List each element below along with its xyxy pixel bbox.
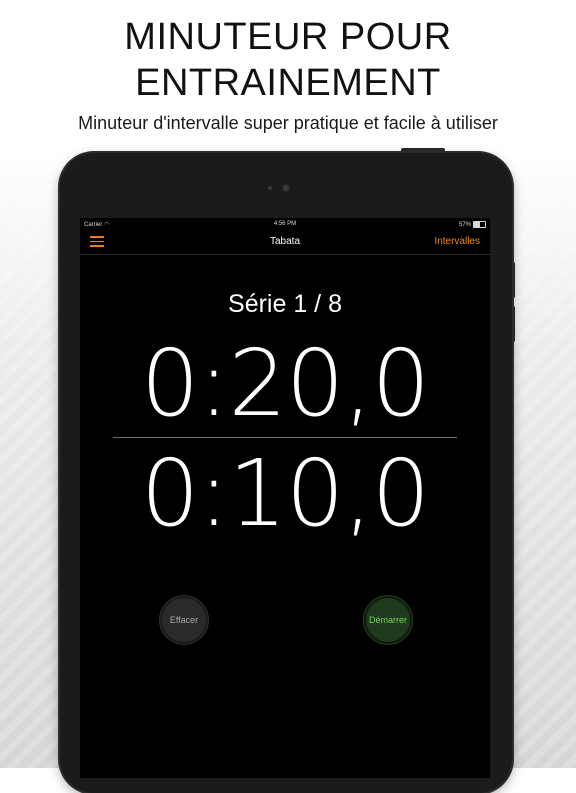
status-bar: Carrier ◠ 4:56 PM 57% bbox=[80, 218, 490, 230]
timer-divider bbox=[113, 437, 457, 438]
device-camera bbox=[282, 184, 290, 192]
rest-time-display: 0:10,0 bbox=[140, 440, 430, 547]
start-button[interactable]: Démarrer bbox=[366, 598, 410, 642]
work-time-display: 0:20,0 bbox=[140, 330, 430, 437]
nav-title: Tabata bbox=[269, 236, 301, 247]
series-counter: Série 1 / 8 bbox=[228, 290, 342, 318]
clear-button[interactable]: Effacer bbox=[162, 598, 206, 642]
headline-line-1: MINUTEUR POUR bbox=[124, 16, 452, 58]
status-time: 4:56 PM bbox=[273, 221, 297, 227]
headline-line-2: ENTRAINEMENT bbox=[135, 62, 441, 104]
intervals-button[interactable]: Intervalles bbox=[434, 236, 480, 247]
promo-headline: MINUTEUR POUR ENTRAINEMENT bbox=[0, 14, 576, 106]
navigation-bar: Tabata Intervalles bbox=[80, 230, 490, 255]
battery-fill bbox=[474, 222, 481, 227]
app-screen: Carrier ◠ 4:56 PM 57% Tabata Intervalles… bbox=[80, 218, 490, 778]
battery-percent: 57% bbox=[458, 221, 471, 228]
device-sensor bbox=[268, 186, 272, 190]
status-battery: 57% bbox=[459, 221, 486, 228]
promo-subtitle: Minuteur d'intervalle super pratique et … bbox=[78, 113, 498, 133]
battery-icon bbox=[473, 221, 486, 228]
